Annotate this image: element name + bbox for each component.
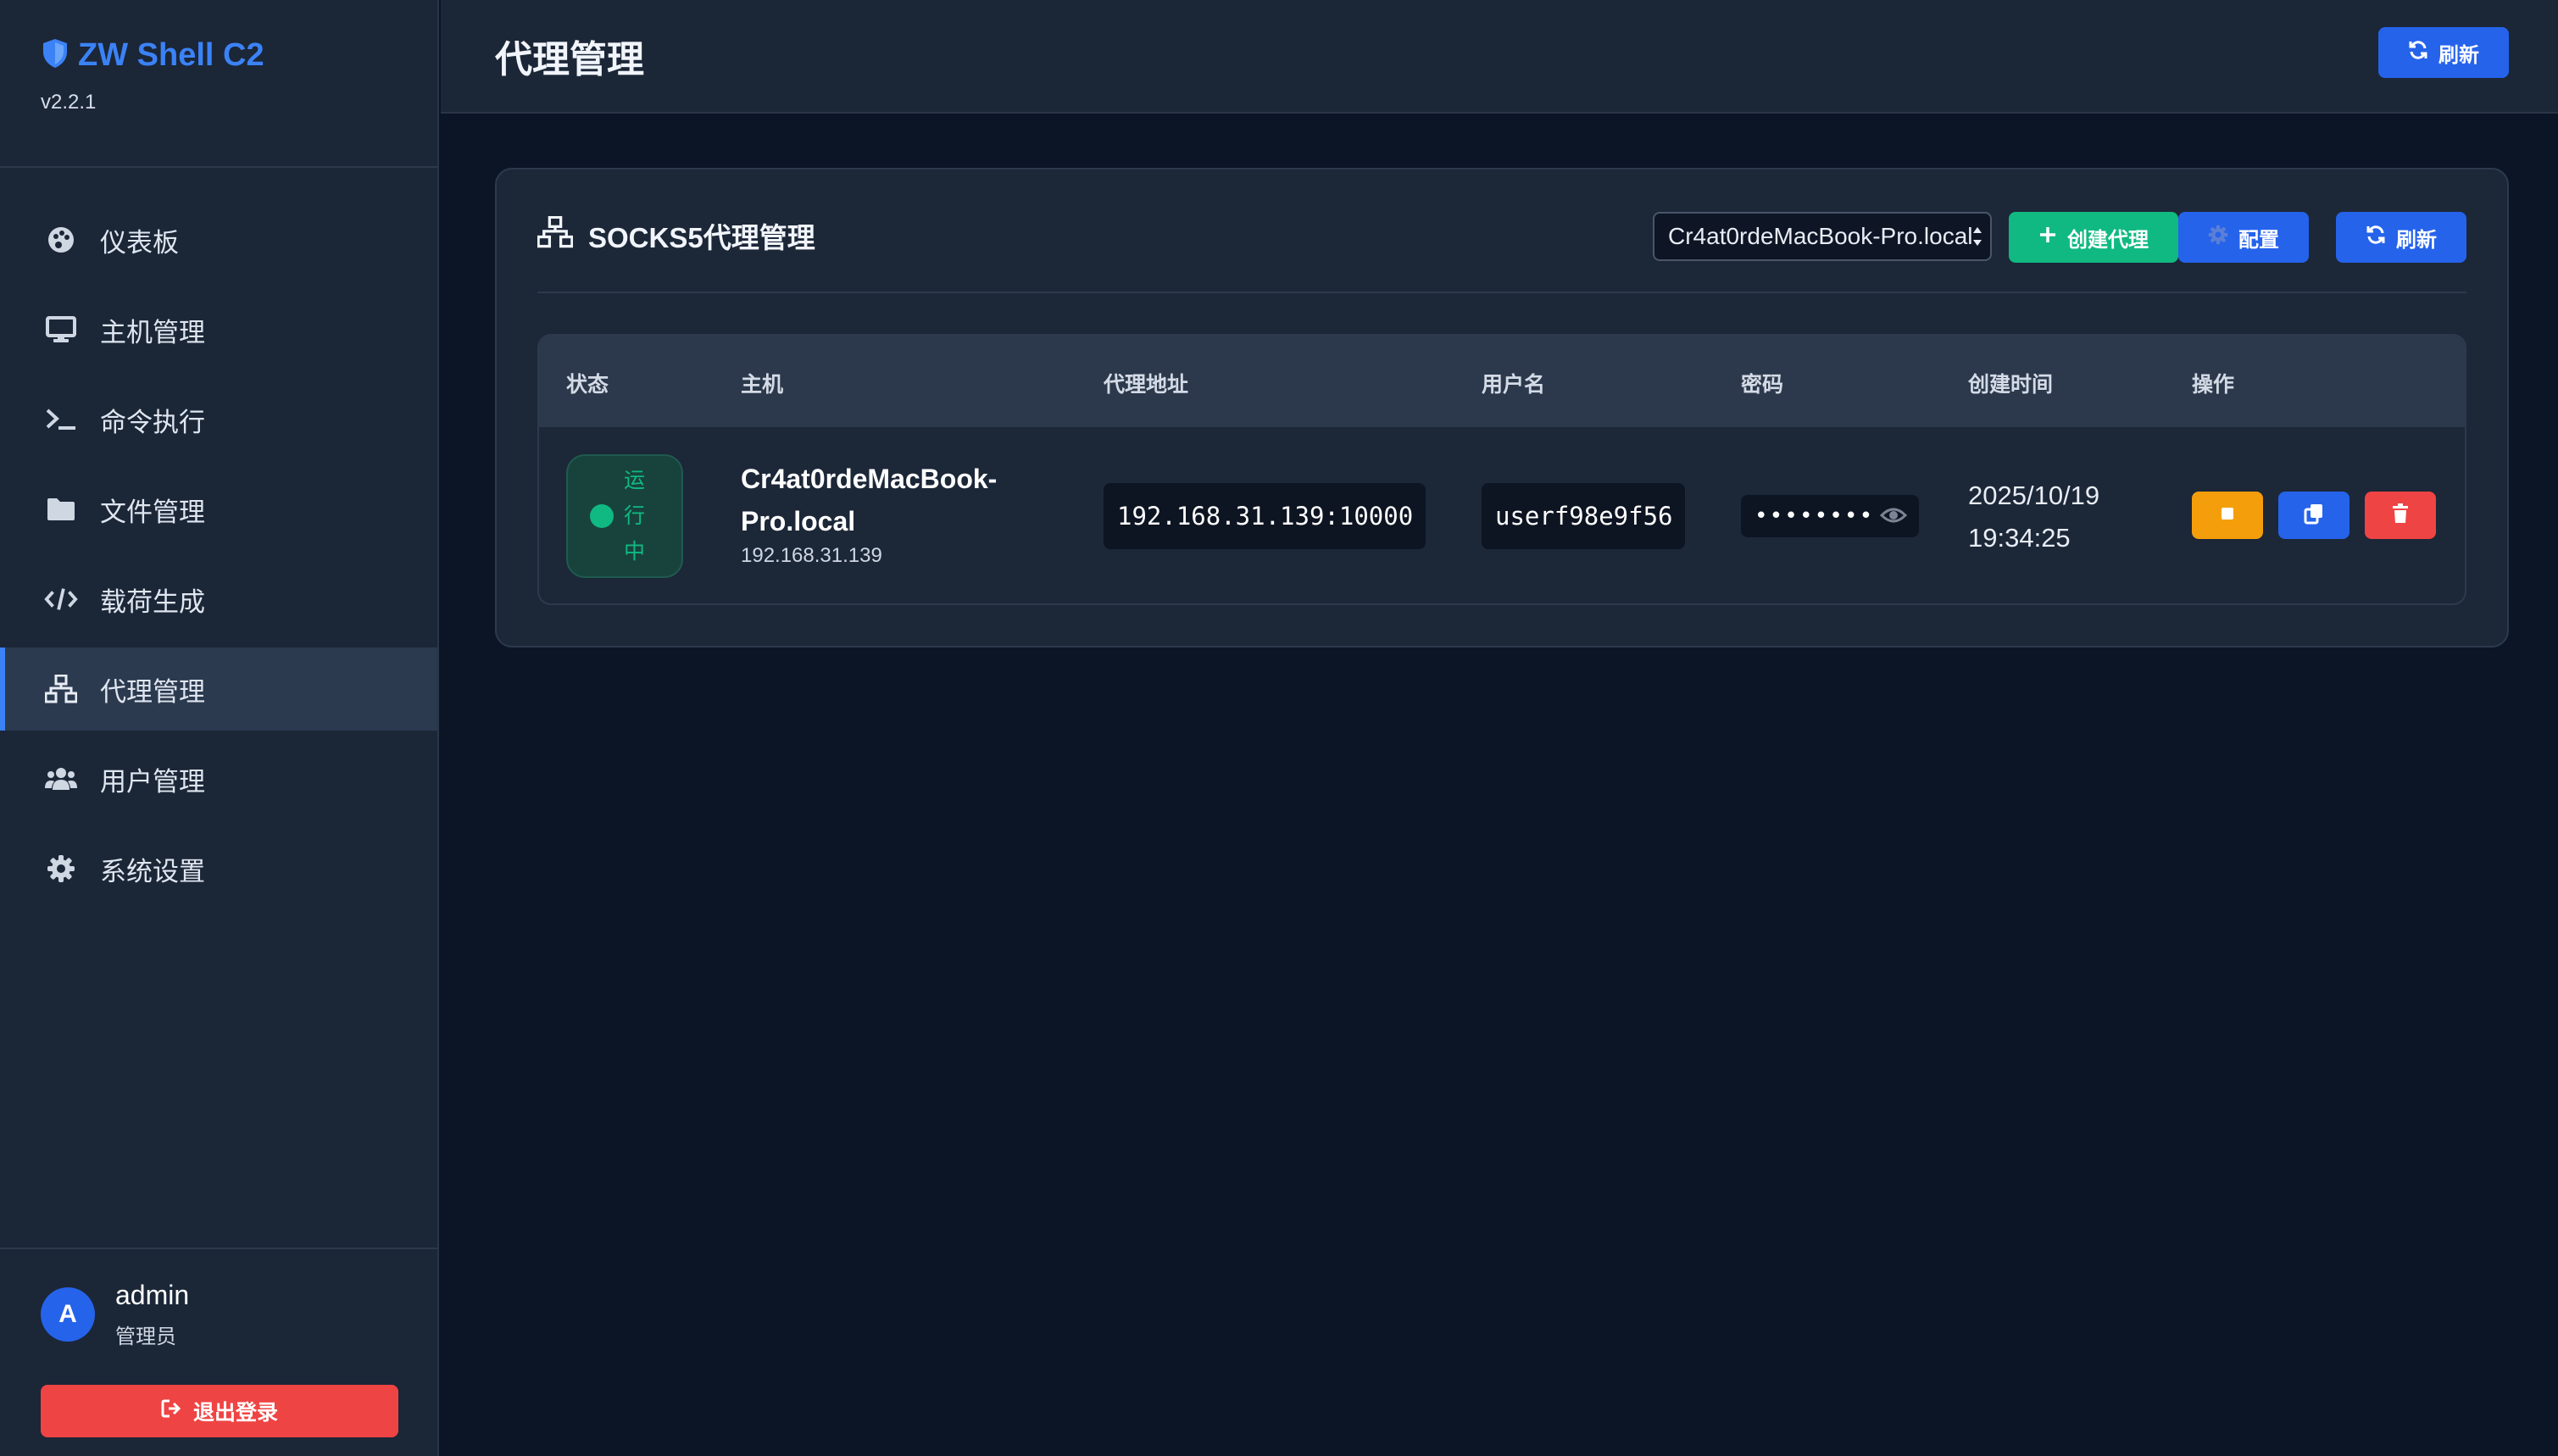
column-header-status: 状态 [566,373,609,397]
select-arrows-icon [1971,224,1983,249]
config-button[interactable]: 配置 [2178,212,2309,263]
table-header: 状态 主机 代理地址 用户名 密码 创建时间 操作 [539,336,2465,427]
panel-title-text: SOCKS5代理管理 [588,222,815,253]
header-refresh-button[interactable]: 刷新 [2378,27,2509,78]
sign-out-icon [161,1398,183,1425]
plus-icon [2038,225,2057,250]
created-time-text: 19:34:25 [1968,523,2071,553]
sidebar-item-label: 载荷生成 [100,586,205,617]
copy-icon [2303,503,2325,529]
panel-refresh-button[interactable]: 刷新 [2336,212,2466,263]
created-date-text: 2025/10/19 [1968,481,2100,510]
version-label: v2.2.1 [41,91,97,114]
host-select-value: Cr4at0rdeMacBook-Pro.local [1668,223,1973,249]
network-icon [44,672,78,706]
sidebar-item-dashboard[interactable]: 仪表板 [0,198,437,281]
column-header-username: 用户名 [1482,373,1546,397]
proxy-address: 192.168.31.139:10000 [1104,483,1426,549]
proxy-table: 状态 主机 代理地址 用户名 密码 创建时间 操作 运行中 Cr4at0rdeM… [537,334,2466,605]
proxy-password: •••••••• [1741,495,1919,537]
users-icon [44,762,78,796]
sidebar-item-proxy[interactable]: 代理管理 [0,647,437,731]
table-row: 运行中 Cr4at0rdeMacBook-Pro.local 192.168.3… [539,427,2465,603]
sidebar-item-label: 命令执行 [100,407,205,437]
brand: ZW Shell C2 v2.2.1 [0,0,437,168]
top-header: 代理管理 刷新 [441,0,2558,114]
brand-title: ZW Shell C2 [78,37,264,73]
sidebar-item-label: 文件管理 [100,497,205,527]
sidebar-item-payloads[interactable]: 载荷生成 [0,558,437,641]
sidebar-item-label: 仪表板 [100,227,179,258]
create-proxy-label: 创建代理 [2067,228,2149,252]
user-text: admin 管理员 [115,1280,189,1349]
sidebar-item-files[interactable]: 文件管理 [0,468,437,551]
terminal-icon [44,403,78,436]
proxy-panel: SOCKS5代理管理 Cr4at0rdeMacBook-Pro.local 创建… [495,168,2509,647]
column-header-created: 创建时间 [1968,373,2054,397]
sidebar: ZW Shell C2 v2.2.1 仪表板 主机管理 命令执行 文件管理 载荷… [0,0,439,1456]
sidebar-item-hosts[interactable]: 主机管理 [0,288,437,371]
refresh-icon [2366,225,2386,251]
proxy-username: userf98e9f56 [1482,483,1685,549]
host-name: Cr4at0rdeMacBook-Pro.local [741,464,998,536]
delete-button[interactable] [2365,492,2436,539]
password-masked: •••••••• [1754,503,1875,529]
network-icon [537,215,574,255]
sidebar-item-label: 代理管理 [100,676,205,707]
desktop-icon [44,313,78,347]
stop-button[interactable] [2192,492,2263,539]
logout-label: 退出登录 [192,1401,278,1425]
code-icon [44,582,78,616]
gear-icon [44,852,78,886]
eye-icon[interactable] [1879,505,1908,531]
status-dot [590,504,614,528]
page-title: 代理管理 [495,39,644,81]
user-info: A admin 管理员 [41,1280,397,1349]
palette-icon [44,223,78,257]
sidebar-item-label: 主机管理 [100,317,205,347]
sidebar-item-commands[interactable]: 命令执行 [0,378,437,461]
panel-title: SOCKS5代理管理 [537,215,815,256]
user-area: A admin 管理员 退出登录 [0,1248,437,1456]
gear-icon [2208,225,2228,251]
column-header-actions: 操作 [2192,373,2235,397]
created-time: 2025/10/19 19:34:25 [1968,475,2099,559]
sidebar-item-label: 用户管理 [100,766,205,797]
sidebar-item-settings[interactable]: 系统设置 [0,827,437,910]
stop-icon [2219,505,2236,526]
sidebar-item-users[interactable]: 用户管理 [0,737,437,820]
copy-button[interactable] [2278,492,2349,539]
brand-row: ZW Shell C2 [41,37,437,74]
shield-icon [41,37,70,74]
status-text: 运行中 [624,469,646,564]
column-header-address: 代理地址 [1104,373,1189,397]
user-name: admin [115,1280,190,1310]
host-select[interactable]: Cr4at0rdeMacBook-Pro.local [1653,212,1992,261]
sidebar-item-label: 系统设置 [100,856,205,886]
panel-header: SOCKS5代理管理 Cr4at0rdeMacBook-Pro.local 创建… [537,169,2466,293]
logout-button[interactable]: 退出登录 [41,1385,398,1437]
user-role: 管理员 [115,1325,176,1348]
host-ip: 192.168.31.139 [741,544,882,567]
column-header-password: 密码 [1741,373,1784,397]
config-label: 配置 [2238,228,2279,252]
status-badge: 运行中 [566,454,683,578]
trash-icon [2391,503,2410,529]
refresh-icon [2408,40,2428,66]
folder-icon [44,492,78,526]
column-header-host: 主机 [741,373,784,397]
create-proxy-button[interactable]: 创建代理 [2009,212,2178,263]
header-refresh-label: 刷新 [2438,43,2479,67]
avatar: A [41,1287,95,1342]
panel-refresh-label: 刷新 [2396,228,2437,252]
sidebar-nav: 仪表板 主机管理 命令执行 文件管理 载荷生成 代理管理 用户管理 系统设置 [0,168,437,910]
